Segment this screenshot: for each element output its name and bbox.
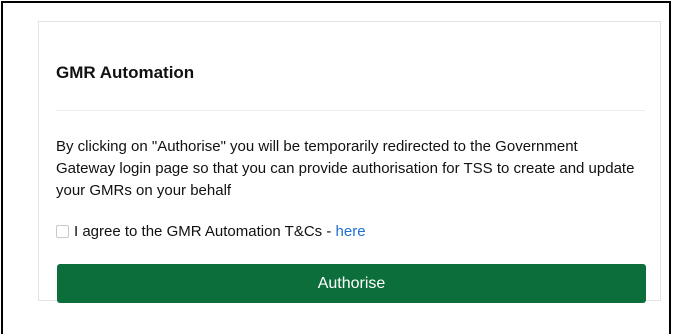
terms-label-text: I agree to the GMR Automation T&Cs - [74, 222, 336, 240]
terms-agreement-row: I agree to the GMR Automation T&Cs - her… [56, 221, 366, 241]
terms-label: I agree to the GMR Automation T&Cs - her… [74, 223, 366, 240]
card-title: GMR Automation [56, 63, 195, 82]
gmr-automation-card: GMR Automation By clicking on "Authorise… [38, 21, 661, 303]
title-divider [56, 110, 645, 111]
authorisation-description: By clicking on "Authorise" you will be t… [56, 138, 635, 199]
terms-checkbox[interactable] [56, 224, 69, 238]
terms-link[interactable]: here [336, 223, 366, 240]
authorise-button[interactable]: Authorise [57, 264, 646, 303]
